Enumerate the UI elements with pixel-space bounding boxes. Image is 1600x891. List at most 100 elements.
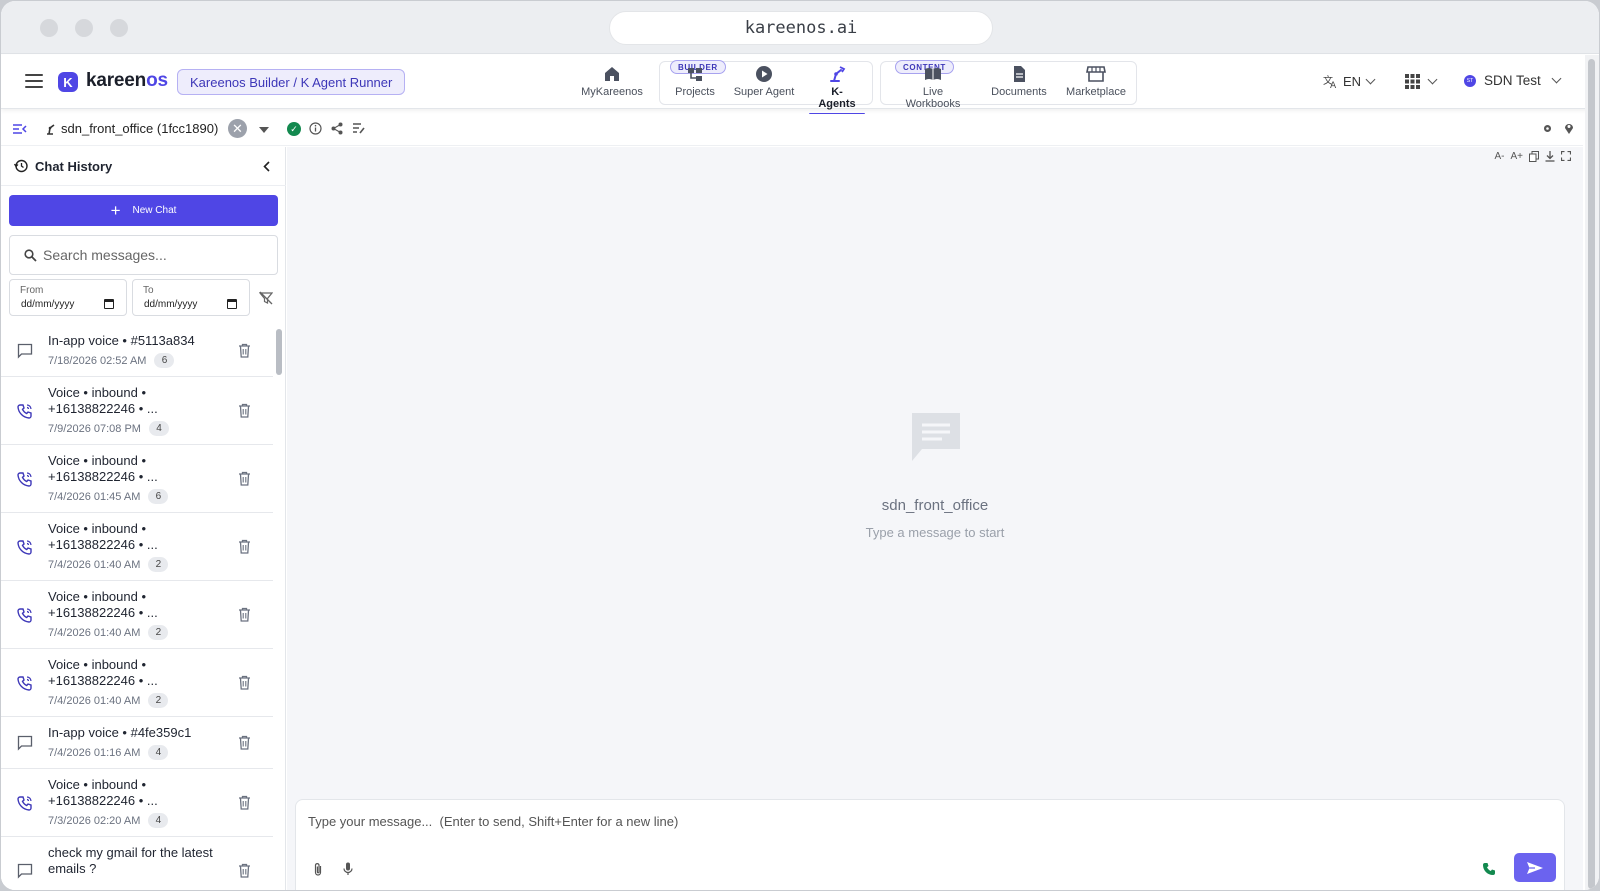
to-date-value: dd/mm/yyyy — [144, 299, 198, 310]
url-bar[interactable]: kareenos.ai — [609, 11, 993, 45]
chat-history-item[interactable]: Voice • inbound • +16138822246 • ... 7/9/… — [1, 377, 273, 445]
send-button[interactable] — [1514, 853, 1556, 882]
collapse-sidebar-icon[interactable] — [13, 123, 27, 135]
user-name: SDN Test — [1484, 73, 1541, 88]
nav-live-workbooks[interactable]: Live Workbooks — [894, 65, 972, 110]
caret-down-icon[interactable] — [259, 127, 269, 133]
copy-icon[interactable] — [1529, 151, 1539, 162]
attach-icon[interactable] — [313, 862, 323, 877]
microphone-icon[interactable] — [343, 862, 353, 876]
context-badge[interactable]: Kareenos Builder / K Agent Runner — [177, 69, 406, 95]
window-minimize-dot[interactable] — [75, 19, 93, 37]
chat-title: Voice • inbound • +16138822246 • ... — [48, 657, 158, 688]
chat-meta: 7/9/2026 07:08 PM 4 — [48, 421, 169, 436]
play-circle-icon — [756, 66, 772, 82]
chat-timestamp: 7/4/2026 01:40 AM — [48, 626, 141, 639]
share-icon[interactable] — [331, 122, 343, 135]
nav-marketplace[interactable]: Marketplace — [1064, 65, 1128, 98]
chat-title: Voice • inbound • +16138822246 • ... — [48, 521, 158, 552]
increase-font-button[interactable]: A+ — [1510, 151, 1523, 162]
chat-title: Voice • inbound • +16138822246 • ... — [48, 589, 158, 620]
logo-text[interactable]: kareenos — [86, 70, 168, 92]
delete-icon[interactable] — [238, 343, 251, 358]
chat-history-item[interactable]: Voice • inbound • +16138822246 • ... 7/4/… — [1, 581, 273, 649]
info-icon[interactable] — [309, 122, 322, 135]
chat-title: Voice • inbound • +16138822246 • ... — [48, 777, 158, 808]
chat-meta: 7/4/2026 01:40 AM 2 — [48, 557, 169, 572]
calendar-icon[interactable] — [227, 299, 237, 309]
delete-icon[interactable] — [238, 539, 251, 554]
window-maximize-dot[interactable] — [110, 19, 128, 37]
menu-icon[interactable] — [25, 74, 43, 88]
clear-filter-icon[interactable] — [259, 291, 273, 305]
chat-history-item[interactable]: Voice • inbound • +16138822246 • ... 7/4/… — [1, 445, 273, 513]
document-icon — [1014, 66, 1025, 82]
nav-label: Marketplace — [1066, 86, 1126, 98]
nav-super-agent[interactable]: Super Agent — [732, 65, 796, 98]
language-select[interactable]: 文A EN — [1323, 73, 1376, 89]
delete-icon[interactable] — [238, 735, 251, 750]
chat-timestamp: 7/4/2026 01:16 AM — [48, 746, 141, 759]
chat-meta: 7/4/2026 01:40 AM 2 — [48, 693, 169, 708]
delete-icon[interactable] — [238, 403, 251, 418]
chat-list: In-app voice • #5113a834 7/18/2026 02:52 … — [1, 325, 273, 890]
chat-title: In-app voice • #5113a834 — [48, 333, 195, 348]
browser-window: kareenos.ai K kareenos Kareenos Builder … — [1, 1, 1599, 890]
message-count-badge: 2 — [148, 693, 169, 708]
delete-icon[interactable] — [238, 607, 251, 622]
apps-menu[interactable] — [1405, 74, 1438, 89]
message-composer — [295, 799, 1565, 890]
phone-call-icon — [17, 404, 32, 419]
hierarchy-icon — [688, 68, 702, 81]
fullscreen-icon[interactable] — [1561, 151, 1571, 161]
chat-history-item[interactable]: Voice • inbound • +16138822246 • ... 7/3/… — [1, 769, 273, 837]
sidebar-title: Chat History — [35, 159, 113, 174]
delete-icon[interactable] — [238, 675, 251, 690]
user-menu[interactable]: ST SDN Test — [1464, 73, 1562, 88]
agent-selector[interactable]: sdn_front_office (1fcc1890) — [45, 121, 218, 136]
new-chat-button[interactable]: + New Chat — [9, 195, 278, 226]
page-scrollbar[interactable] — [1585, 55, 1599, 890]
message-count-badge: 4 — [148, 813, 169, 828]
chat-history-item[interactable]: In-app voice • #5113a834 7/18/2026 02:52 … — [1, 325, 273, 377]
agent-toolbar: sdn_front_office (1fcc1890) ✕ ✓ — [1, 114, 1583, 146]
chat-timestamp: 7/3/2026 02:20 AM — [48, 814, 141, 827]
settings-gear-icon[interactable] — [1542, 123, 1553, 134]
clear-agent-button[interactable]: ✕ — [228, 119, 247, 138]
search-input[interactable] — [43, 247, 263, 263]
chat-title: Voice • inbound • +16138822246 • ... — [48, 453, 158, 484]
nav-mykareenos[interactable]: MyKareenos — [579, 65, 645, 98]
new-chat-label: New Chat — [132, 205, 177, 216]
delete-icon[interactable] — [238, 471, 251, 486]
nav-k-agents[interactable]: K-Agents — [809, 65, 865, 115]
apps-grid-icon — [1405, 74, 1420, 89]
to-date-field[interactable]: To dd/mm/yyyy — [132, 279, 250, 316]
calendar-icon[interactable] — [104, 299, 114, 309]
search-box[interactable] — [9, 235, 278, 275]
page-scroll-thumb[interactable] — [1588, 59, 1595, 889]
phone-call-icon — [17, 540, 32, 555]
phone-call-icon[interactable] — [1482, 862, 1496, 876]
chat-timestamp: 7/9/2026 07:08 PM — [48, 422, 141, 435]
sidebar-scrollbar[interactable] — [276, 329, 282, 375]
message-input[interactable] — [308, 814, 1408, 836]
chat-history-item[interactable]: check my gmail for the latest emails ? — [1, 837, 273, 890]
chat-history-item[interactable]: In-app voice • #4fe359c1 7/4/2026 01:16 A… — [1, 717, 273, 769]
nav-documents[interactable]: Documents — [989, 65, 1049, 98]
window-close-dot[interactable] — [40, 19, 58, 37]
chevron-left-icon[interactable] — [263, 161, 270, 172]
delete-icon[interactable] — [238, 863, 251, 878]
robot-arm-icon — [47, 124, 55, 135]
download-icon[interactable] — [1545, 151, 1555, 162]
decrease-font-button[interactable]: A- — [1494, 151, 1504, 162]
app-header: K kareenos Kareenos Builder / K Agent Ru… — [1, 55, 1599, 115]
chat-history-item[interactable]: Voice • inbound • +16138822246 • ... 7/4/… — [1, 649, 273, 717]
location-pin-icon[interactable] — [1564, 122, 1574, 134]
sidebar-header: Chat History — [1, 147, 286, 186]
chat-history-item[interactable]: Voice • inbound • +16138822246 • ... 7/4/… — [1, 513, 273, 581]
message-count-badge: 4 — [148, 421, 169, 436]
edit-list-icon[interactable] — [353, 123, 365, 134]
delete-icon[interactable] — [238, 795, 251, 810]
nav-projects[interactable]: Projects — [671, 65, 719, 98]
from-date-field[interactable]: From dd/mm/yyyy — [9, 279, 127, 316]
